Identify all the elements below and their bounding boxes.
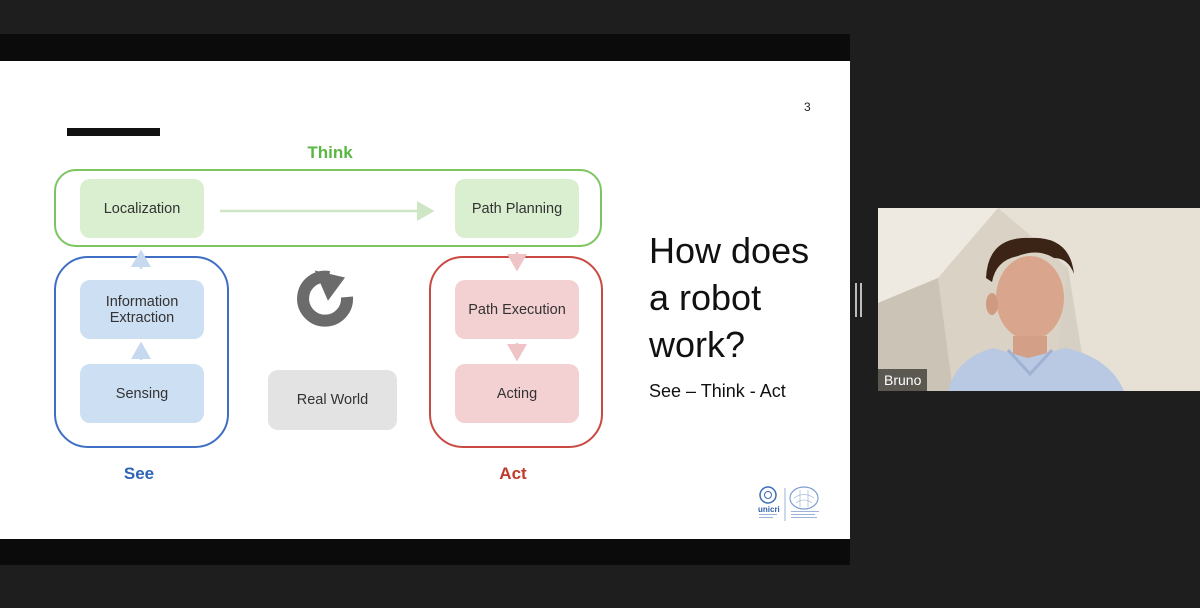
information-extraction-label-line1: Information — [105, 293, 179, 310]
participant-name-tag: Bruno — [878, 369, 928, 391]
real-world-label: Real World — [296, 392, 369, 408]
shared-slide: 3 Think See Act Localization Path Planni… — [0, 61, 850, 539]
path-execution-box: Path Execution — [455, 280, 579, 339]
cycle-arrow-icon — [297, 270, 354, 327]
real-world-box: Real World — [268, 370, 397, 430]
information-extraction-box: Information Extraction — [80, 280, 204, 339]
panel-resize-handle[interactable] — [855, 283, 863, 317]
information-extraction-label-line2: Extraction — [109, 309, 175, 326]
logo-text: unicri — [758, 505, 780, 514]
path-execution-label: Path Execution — [468, 301, 566, 318]
headline-line-3: work? — [649, 324, 746, 365]
sensing-label: Sensing — [115, 385, 169, 402]
letterbox-bottom — [0, 539, 850, 565]
headline-line-2: a robot — [649, 277, 762, 318]
acting-label: Acting — [496, 385, 538, 402]
localization-label: Localization — [103, 200, 181, 217]
path-planning-label: Path Planning — [471, 200, 563, 217]
headline-line-1: How does — [649, 230, 810, 271]
participant-video-tile[interactable]: Bruno — [878, 208, 1200, 391]
slide-headline: How does a robot work? — [649, 227, 839, 368]
localization-box: Localization — [80, 179, 204, 238]
path-planning-box: Path Planning — [455, 179, 579, 238]
letterbox-top — [0, 34, 850, 61]
acting-box: Acting — [455, 364, 579, 423]
participant-video-feed — [878, 208, 1200, 391]
sensing-box: Sensing — [80, 364, 204, 423]
slide-subtitle: See – Think - Act — [649, 381, 786, 401]
unicri-logo-icon: unicri — [758, 486, 819, 521]
